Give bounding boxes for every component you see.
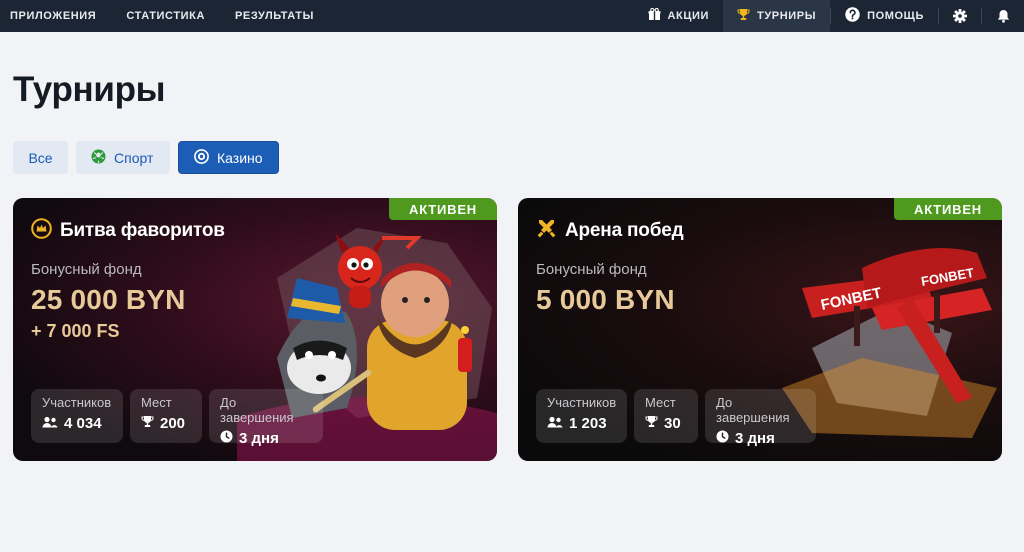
stat-time-left-row: 3 дня <box>716 430 805 447</box>
stat-time-left-value: 3 дня <box>735 430 775 447</box>
users-icon <box>42 415 58 432</box>
stat-time-left: До завершения 3 дня <box>705 389 816 447</box>
gift-icon <box>648 7 661 24</box>
stat-places-row: 200 <box>141 415 191 432</box>
status-badge: АКТИВЕН <box>389 198 497 220</box>
stat-participants-row: 4 034 <box>42 415 112 432</box>
soccer-ball-icon <box>91 149 106 167</box>
nav-promotions-label: АКЦИИ <box>667 10 710 22</box>
top-navigation: ПРИЛОЖЕНИЯ СТАТИСТИКА РЕЗУЛЬТАТЫ АКЦИИ Т… <box>0 0 1024 32</box>
card-stats: Участников 4 034 Мест 200 До завершения … <box>31 389 323 447</box>
stat-participants-value: 1 203 <box>569 415 607 432</box>
users-icon <box>547 415 563 432</box>
nav-results[interactable]: РЕЗУЛЬТАТЫ <box>220 0 329 32</box>
nav-help-label: ПОМОЩЬ <box>867 10 924 22</box>
trophy-icon <box>737 8 750 24</box>
stat-places: Мест 30 <box>634 389 698 443</box>
nav-tournaments-label: ТУРНИРЫ <box>757 10 817 22</box>
filter-sport[interactable]: Спорт <box>76 141 170 174</box>
card-title: Битва фаворитов <box>60 220 225 241</box>
nav-left-group: ПРИЛОЖЕНИЯ СТАТИСТИКА РЕЗУЛЬТАТЫ <box>0 0 329 32</box>
nav-promotions[interactable]: АКЦИИ <box>634 0 724 32</box>
prize-fund-label: Бонусный фонд <box>536 261 647 278</box>
filter-all[interactable]: Все <box>13 141 68 174</box>
prize-fund-value: 5 000 BYN <box>536 284 675 315</box>
gear-icon <box>953 9 967 23</box>
stat-places-value: 30 <box>664 415 681 432</box>
stat-time-left: До завершения 3 дня <box>209 389 323 447</box>
nav-help[interactable]: ПОМОЩЬ <box>831 0 938 32</box>
stat-participants: Участников 4 034 <box>31 389 123 443</box>
trophy-icon <box>141 415 154 432</box>
card-stats: Участников 1 203 Мест 30 До завершения 3… <box>536 389 816 447</box>
prize-fund-value: 25 000 BYN <box>31 284 186 315</box>
trophy-icon <box>645 415 658 432</box>
stat-places-value: 200 <box>160 415 186 432</box>
stat-places: Мест 200 <box>130 389 202 443</box>
settings-button[interactable] <box>939 0 981 32</box>
stat-participants-label: Участников <box>42 395 112 410</box>
stat-places-label: Мест <box>645 395 676 410</box>
stat-places-label: Мест <box>141 395 172 410</box>
tournament-card[interactable]: АКТИВЕН Битва фаворитов Бонусный фонд 25… <box>13 198 497 461</box>
help-icon <box>845 7 860 25</box>
bell-icon <box>997 9 1010 23</box>
stat-participants-row: 1 203 <box>547 415 616 432</box>
tournament-card[interactable]: FONBET FONBET АКТИВЕН Арена побед Бонусн… <box>518 198 1002 461</box>
status-badge: АКТИВЕН <box>894 198 1002 220</box>
card-header: Арена побед <box>536 218 684 244</box>
prize-fund-label: Бонусный фонд <box>31 261 142 278</box>
stat-participants-label: Участников <box>547 395 617 410</box>
nav-right-group: АКЦИИ ТУРНИРЫ ПОМОЩЬ <box>634 0 1024 32</box>
stat-participants-value: 4 034 <box>64 415 102 432</box>
nav-tournaments[interactable]: ТУРНИРЫ <box>723 0 831 32</box>
stat-time-left-row: 3 дня <box>220 430 312 447</box>
stat-time-left-value: 3 дня <box>239 430 279 447</box>
clock-icon <box>716 430 729 447</box>
notifications-button[interactable] <box>982 0 1024 32</box>
clock-icon <box>220 430 233 447</box>
nav-apps[interactable]: ПРИЛОЖЕНИЯ <box>0 0 111 32</box>
card-header: Битва фаворитов <box>31 218 225 244</box>
prize-fund-extra: + 7 000 FS <box>31 321 120 341</box>
casino-chip-icon <box>194 148 209 167</box>
stat-time-left-label: До завершения <box>716 395 790 425</box>
crossed-swords-icon <box>536 218 557 244</box>
nav-statistics[interactable]: СТАТИСТИКА <box>111 0 220 32</box>
stat-places-row: 30 <box>645 415 687 432</box>
filter-casino-label: Казино <box>217 149 263 166</box>
card-title: Арена побед <box>565 220 684 241</box>
page-title: Турниры <box>13 70 166 109</box>
filter-all-label: Все <box>28 149 53 166</box>
stat-time-left-label: До завершения <box>220 395 294 425</box>
filter-casino[interactable]: Казино <box>178 141 279 174</box>
filter-sport-label: Спорт <box>114 149 154 166</box>
stat-participants: Участников 1 203 <box>536 389 627 443</box>
tournament-filters: Все Спорт Казино <box>13 141 279 174</box>
crown-medal-icon <box>31 218 52 244</box>
